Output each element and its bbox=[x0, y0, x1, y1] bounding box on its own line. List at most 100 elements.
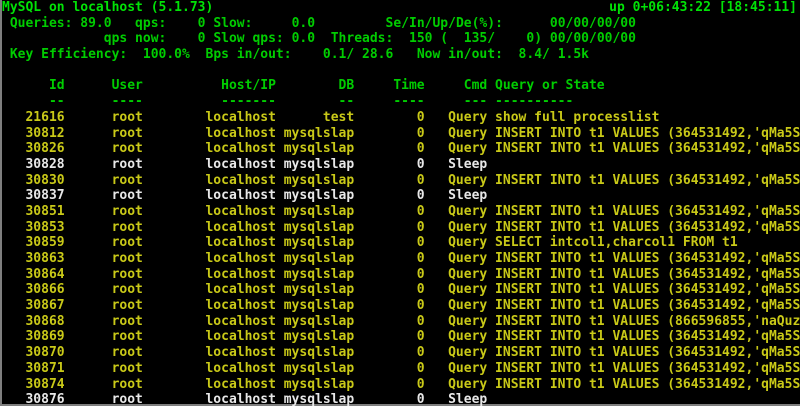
cell-query: show full processlist bbox=[487, 110, 800, 126]
cell-id: 30871 bbox=[2, 361, 65, 377]
underline-time: ---- bbox=[354, 94, 424, 110]
cell-host: localhost bbox=[143, 329, 276, 345]
cell-query: INSERT INTO t1 VALUES (364531492,'qMa5Su bbox=[487, 267, 800, 283]
cell-db: mysqlslap bbox=[276, 157, 354, 173]
col-header-host: Host/IP bbox=[143, 78, 276, 94]
cell-host: localhost bbox=[143, 298, 276, 314]
cell-id: 30826 bbox=[2, 141, 65, 157]
title-bar: MySQL on localhost (5.1.73) up 0+06:43:2… bbox=[2, 0, 800, 16]
table-row: 30871 root localhost mysqlslap 0 Query I… bbox=[2, 361, 800, 377]
cell-time: 0 bbox=[354, 345, 424, 361]
table-row: 30830 root localhost mysqlslap 0 Query I… bbox=[2, 173, 800, 189]
cell-user: root bbox=[65, 141, 143, 157]
cell-db: mysqlslap bbox=[276, 298, 354, 314]
col-header-user: User bbox=[65, 78, 143, 94]
cell-db: mysqlslap bbox=[276, 267, 354, 283]
cell-user: root bbox=[65, 110, 143, 126]
cell-cmd: Query bbox=[425, 314, 488, 330]
cell-host: localhost bbox=[143, 251, 276, 267]
cell-user: root bbox=[65, 235, 143, 251]
cell-query: INSERT INTO t1 VALUES (364531492,'qMa5Su bbox=[487, 173, 800, 189]
cell-query: SELECT intcol1,charcol1 FROM t1 bbox=[487, 235, 800, 251]
stats-line-qps-now: qps now: 0 Slow qps: 0.0 Threads: 150 ( … bbox=[2, 31, 800, 47]
cell-id: 30837 bbox=[2, 188, 65, 204]
cell-db: mysqlslap bbox=[276, 235, 354, 251]
cell-id: 30874 bbox=[2, 377, 65, 393]
col-header-id: Id bbox=[2, 78, 65, 94]
cell-id: 30869 bbox=[2, 329, 65, 345]
cell-user: root bbox=[65, 345, 143, 361]
cell-id: 30851 bbox=[2, 204, 65, 220]
table-row: 21616 root localhost test 0 Query show f… bbox=[2, 110, 800, 126]
cell-time: 0 bbox=[354, 173, 424, 189]
process-list: 21616 root localhost test 0 Query show f… bbox=[2, 110, 800, 406]
underline-id: -- bbox=[2, 94, 65, 110]
cell-user: root bbox=[65, 314, 143, 330]
col-header-db: DB bbox=[276, 78, 354, 94]
cell-host: localhost bbox=[143, 110, 276, 126]
cell-host: localhost bbox=[143, 141, 276, 157]
cell-host: localhost bbox=[143, 188, 276, 204]
cell-id: 30863 bbox=[2, 251, 65, 267]
cell-id: 30866 bbox=[2, 282, 65, 298]
cell-db: mysqlslap bbox=[276, 220, 354, 236]
cell-host: localhost bbox=[143, 314, 276, 330]
table-row: 30866 root localhost mysqlslap 0 Query I… bbox=[2, 282, 800, 298]
cell-db: mysqlslap bbox=[276, 126, 354, 142]
cell-id: 30859 bbox=[2, 235, 65, 251]
underline-query: ---------- bbox=[487, 94, 800, 110]
table-row: 30851 root localhost mysqlslap 0 Query I… bbox=[2, 204, 800, 220]
cell-host: localhost bbox=[143, 220, 276, 236]
underline-user: ---- bbox=[65, 94, 143, 110]
cell-user: root bbox=[65, 392, 143, 406]
cell-time: 0 bbox=[354, 220, 424, 236]
table-row: 30812 root localhost mysqlslap 0 Query I… bbox=[2, 126, 800, 142]
cell-query: INSERT INTO t1 VALUES (866596855,'naQuzh bbox=[487, 314, 800, 330]
cell-time: 0 bbox=[354, 251, 424, 267]
stats-line-key-efficiency: Key Efficiency: 100.0% Bps in/out: 0.1/ … bbox=[2, 47, 800, 63]
cell-time: 0 bbox=[354, 329, 424, 345]
cell-query: INSERT INTO t1 VALUES (364531492,'qMa5Su bbox=[487, 329, 800, 345]
cell-cmd: Query bbox=[425, 282, 488, 298]
table-row: 30876 root localhost mysqlslap 0 Sleep bbox=[2, 392, 800, 406]
cell-user: root bbox=[65, 157, 143, 173]
cell-user: root bbox=[65, 126, 143, 142]
cell-query: INSERT INTO t1 VALUES (364531492,'qMa5Su bbox=[487, 141, 800, 157]
col-header-cmd: Cmd bbox=[425, 78, 488, 94]
cell-time: 0 bbox=[354, 235, 424, 251]
cell-cmd: Query bbox=[425, 377, 488, 393]
underline-cmd: --- bbox=[425, 94, 488, 110]
cell-cmd: Query bbox=[425, 267, 488, 283]
cell-cmd: Query bbox=[425, 204, 488, 220]
cell-query bbox=[487, 157, 800, 173]
cell-cmd: Query bbox=[425, 126, 488, 142]
table-row: 30867 root localhost mysqlslap 0 Query I… bbox=[2, 298, 800, 314]
cell-cmd: Query bbox=[425, 173, 488, 189]
cell-query: INSERT INTO t1 VALUES (364531492,'qMa5Su bbox=[487, 345, 800, 361]
cell-query: INSERT INTO t1 VALUES (364531492,'qMa5Su bbox=[487, 251, 800, 267]
cell-time: 0 bbox=[354, 126, 424, 142]
cell-cmd: Sleep bbox=[425, 157, 488, 173]
cell-query: INSERT INTO t1 VALUES (364531492,'qMa5Su bbox=[487, 298, 800, 314]
table-row: 30870 root localhost mysqlslap 0 Query I… bbox=[2, 345, 800, 361]
cell-user: root bbox=[65, 173, 143, 189]
cell-time: 0 bbox=[354, 204, 424, 220]
server-title: MySQL on localhost (5.1.73) bbox=[2, 0, 213, 16]
cell-cmd: Query bbox=[425, 235, 488, 251]
cell-query bbox=[487, 188, 800, 204]
mytop-terminal: MySQL on localhost (5.1.73) up 0+06:43:2… bbox=[0, 0, 800, 406]
cell-user: root bbox=[65, 204, 143, 220]
cell-db: mysqlslap bbox=[276, 141, 354, 157]
cell-db: mysqlslap bbox=[276, 314, 354, 330]
table-row: 30868 root localhost mysqlslap 0 Query I… bbox=[2, 314, 800, 330]
cell-host: localhost bbox=[143, 377, 276, 393]
cell-cmd: Query bbox=[425, 298, 488, 314]
cell-cmd: Query bbox=[425, 110, 488, 126]
cell-time: 0 bbox=[354, 188, 424, 204]
col-header-query: Query or State bbox=[487, 78, 800, 94]
cell-id: 30853 bbox=[2, 220, 65, 236]
cell-db: mysqlslap bbox=[276, 361, 354, 377]
cell-host: localhost bbox=[143, 267, 276, 283]
cell-id: 30876 bbox=[2, 392, 65, 406]
cell-time: 0 bbox=[354, 157, 424, 173]
